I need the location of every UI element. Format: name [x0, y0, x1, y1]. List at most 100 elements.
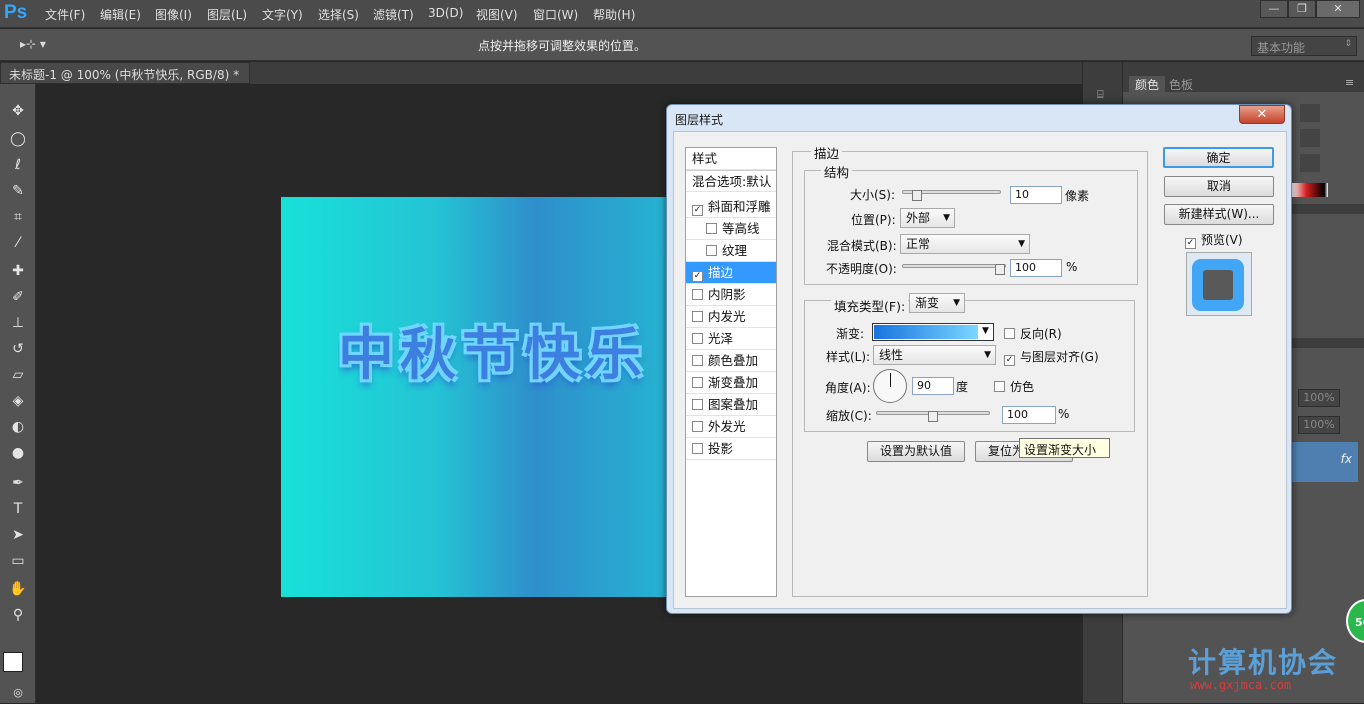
- blend-options-item[interactable]: 混合选项:默认: [686, 170, 776, 192]
- angle-input[interactable]: 90: [912, 377, 954, 395]
- pen-tool-icon[interactable]: ✒: [6, 472, 30, 494]
- scale-slider-thumb[interactable]: [928, 411, 938, 422]
- crop-tool-icon[interactable]: ⌗: [6, 206, 30, 228]
- style-item-inner-shadow[interactable]: 内阴影: [686, 284, 776, 306]
- style-checkbox[interactable]: [706, 223, 717, 234]
- lasso-tool-icon[interactable]: ℓ: [6, 154, 30, 176]
- history-panel-icon[interactable]: ⌸: [1097, 88, 1104, 102]
- align-with-layer-checkbox[interactable]: ✓: [1004, 355, 1015, 366]
- style-item-bevel-emboss[interactable]: ✓ 斜面和浮雕: [686, 196, 776, 218]
- fill-type-select[interactable]: 渐变 ▼: [909, 293, 965, 313]
- rectangle-tool-icon[interactable]: ▭: [6, 550, 30, 572]
- color-field[interactable]: [1300, 104, 1320, 122]
- gradient-style-select[interactable]: 线性 ▼: [873, 345, 996, 365]
- style-checkbox[interactable]: [692, 311, 703, 322]
- scale-input[interactable]: 100: [1002, 406, 1056, 424]
- style-checkbox[interactable]: [692, 333, 703, 344]
- style-item-color-overlay[interactable]: 颜色叠加: [686, 350, 776, 372]
- style-item-pattern-overlay[interactable]: 图案叠加: [686, 394, 776, 416]
- reverse-checkbox[interactable]: [1004, 328, 1015, 339]
- tab-swatches[interactable]: 色板: [1169, 76, 1193, 93]
- history-brush-tool-icon[interactable]: ↺: [6, 338, 30, 360]
- opacity-slider-thumb[interactable]: [995, 264, 1005, 275]
- menu-edit[interactable]: 编辑(E): [100, 6, 141, 23]
- dodge-tool-icon[interactable]: ●: [6, 442, 30, 464]
- angle-dial[interactable]: [873, 369, 907, 403]
- menu-image[interactable]: 图像(I): [155, 6, 192, 23]
- style-item-contour[interactable]: 等高线: [686, 218, 776, 240]
- style-checkbox[interactable]: [692, 289, 703, 300]
- path-select-tool-icon[interactable]: ➤: [6, 524, 30, 546]
- tab-color[interactable]: 颜色: [1129, 76, 1165, 92]
- workspace-select[interactable]: 基本功能 ⇕: [1251, 36, 1357, 56]
- document-tab[interactable]: 未标题-1 @ 100% (中秋节快乐, RGB/8) * ✕: [0, 62, 250, 84]
- menu-help[interactable]: 帮助(H): [593, 6, 635, 23]
- menu-select[interactable]: 选择(S): [318, 6, 359, 23]
- menu-window[interactable]: 窗口(W): [533, 6, 578, 23]
- paint-bucket-tool-icon[interactable]: ◈: [6, 390, 30, 412]
- menu-layer[interactable]: 图层(L): [207, 6, 247, 23]
- scale-slider[interactable]: [876, 411, 990, 422]
- style-item-drop-shadow[interactable]: 投影: [686, 438, 776, 460]
- size-slider-thumb[interactable]: [912, 190, 922, 201]
- opacity-input[interactable]: 100: [1010, 259, 1062, 277]
- style-checkbox[interactable]: [692, 421, 703, 432]
- size-slider[interactable]: [902, 190, 1001, 201]
- gradient-preview[interactable]: [874, 325, 978, 339]
- quick-select-tool-icon[interactable]: ✎: [6, 180, 30, 202]
- menu-3d[interactable]: 3D(D): [428, 6, 463, 20]
- healing-brush-tool-icon[interactable]: ✚: [6, 260, 30, 282]
- styles-header[interactable]: 样式: [686, 148, 776, 170]
- close-window-button[interactable]: ✕: [1316, 0, 1360, 18]
- panel-menu-icon[interactable]: ≡: [1345, 76, 1354, 89]
- dropdown-arrow-icon[interactable]: ▼: [978, 324, 993, 340]
- style-item-stroke[interactable]: ✓ 描边: [686, 262, 776, 284]
- hand-tool-icon[interactable]: ✋: [6, 578, 30, 600]
- foreground-color-swatch[interactable]: [3, 652, 23, 672]
- layer-opacity-field[interactable]: 100%: [1298, 389, 1340, 407]
- blend-mode-select[interactable]: 正常 ▼: [900, 234, 1030, 254]
- type-tool-icon[interactable]: T: [6, 498, 30, 520]
- style-item-gradient-overlay[interactable]: 渐变叠加: [686, 372, 776, 394]
- style-checkbox[interactable]: [692, 399, 703, 410]
- eraser-tool-icon[interactable]: ▱: [6, 364, 30, 386]
- quick-mask-icon[interactable]: ◎: [6, 682, 30, 704]
- dither-option[interactable]: 仿色: [994, 378, 1034, 395]
- move-tool-icon[interactable]: ✥: [6, 100, 30, 122]
- style-checkbox[interactable]: [692, 443, 703, 454]
- style-item-outer-glow[interactable]: 外发光: [686, 416, 776, 438]
- preview-option[interactable]: ✓ 预览(V): [1185, 231, 1243, 249]
- dialog-close-button[interactable]: ✕: [1239, 105, 1285, 124]
- brush-tool-icon[interactable]: ✐: [6, 286, 30, 308]
- blur-tool-icon[interactable]: ◐: [6, 416, 30, 438]
- new-style-button[interactable]: 新建样式(W)...: [1164, 204, 1274, 225]
- restore-button[interactable]: ❐: [1288, 0, 1316, 18]
- style-checkbox[interactable]: [692, 377, 703, 388]
- style-checkbox[interactable]: [692, 355, 703, 366]
- opacity-slider[interactable]: [902, 264, 1006, 275]
- minimize-button[interactable]: —: [1260, 0, 1288, 18]
- set-default-button[interactable]: 设置为默认值: [867, 441, 965, 462]
- cancel-button[interactable]: 取消: [1164, 176, 1274, 197]
- reverse-option[interactable]: 反向(R): [1004, 325, 1062, 342]
- dither-checkbox[interactable]: [994, 381, 1005, 392]
- preview-checkbox[interactable]: ✓: [1185, 238, 1196, 249]
- selected-layer-row[interactable]: fx: [1290, 442, 1358, 482]
- marquee-tool-icon[interactable]: ◯: [6, 128, 30, 150]
- align-with-layer-option[interactable]: ✓ 与图层对齐(G): [1004, 348, 1099, 366]
- menu-filter[interactable]: 滤镜(T): [373, 6, 414, 23]
- ok-button[interactable]: 确定: [1163, 147, 1274, 168]
- style-item-satin[interactable]: 光泽: [686, 328, 776, 350]
- menu-type[interactable]: 文字(Y): [262, 6, 303, 23]
- color-field[interactable]: [1300, 129, 1320, 147]
- layer-effects-icon[interactable]: fx: [1341, 452, 1352, 466]
- style-item-texture[interactable]: 纹理: [686, 240, 776, 262]
- menu-view[interactable]: 视图(V): [476, 6, 518, 23]
- size-input[interactable]: 10: [1010, 186, 1062, 204]
- menu-file[interactable]: 文件(F): [45, 6, 85, 23]
- eyedropper-tool-icon[interactable]: ⁄: [6, 232, 30, 254]
- style-checkbox[interactable]: ✓: [692, 205, 703, 216]
- style-checkbox[interactable]: ✓: [692, 271, 703, 282]
- document-canvas[interactable]: [281, 197, 671, 597]
- color-ramp[interactable]: [1292, 183, 1328, 197]
